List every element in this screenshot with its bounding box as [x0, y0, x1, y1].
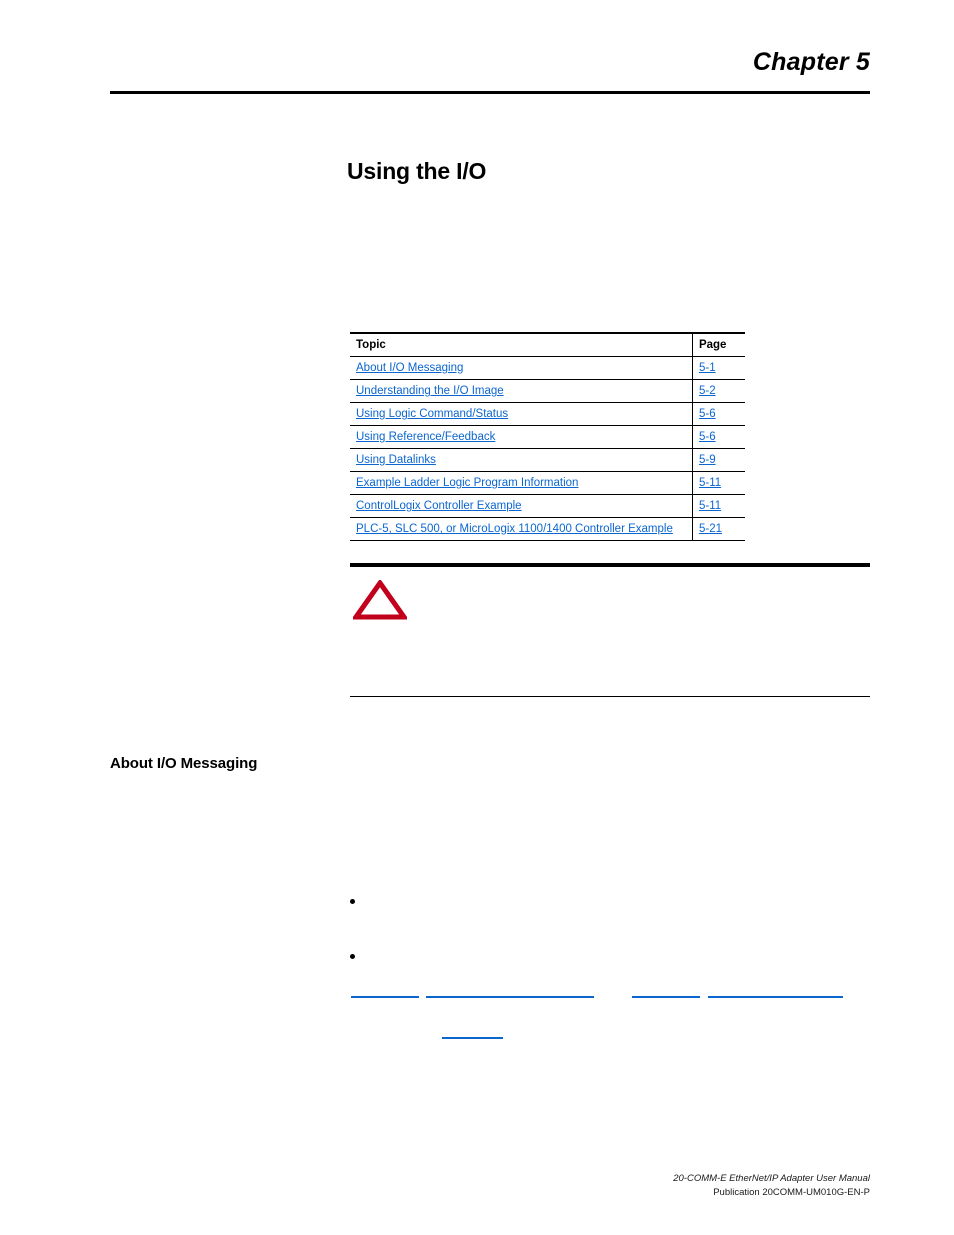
table-cell-page: 5-21 [691, 517, 745, 541]
table-cell-page: 5-9 [691, 448, 745, 472]
topic-link[interactable]: Example Ladder Logic Program Information [356, 477, 578, 489]
header-divider [110, 91, 870, 94]
footer-manual-title: 20-COMM-E EtherNet/IP Adapter User Manua… [673, 1173, 870, 1184]
table-cell-topic: Using Logic Command/Status [350, 402, 693, 426]
topic-page-table: Topic Page About I/O Messaging 5-1 Under… [350, 332, 745, 541]
bullet-marker [350, 954, 355, 959]
table-cell-topic: Using Datalinks [350, 448, 693, 472]
table-cell-page: 5-11 [691, 471, 745, 495]
page-link[interactable]: 5-9 [699, 454, 716, 466]
table-cell-page: 5-11 [691, 494, 745, 518]
attention-divider-top [350, 563, 870, 567]
page-link[interactable]: 5-2 [699, 385, 716, 397]
table-header-row: Topic Page [350, 332, 745, 357]
topic-link[interactable]: Using Datalinks [356, 454, 436, 466]
page-footer: 20-COMM-E EtherNet/IP Adapter User Manua… [673, 1172, 870, 1200]
page-link[interactable]: 5-6 [699, 408, 716, 420]
table-row: Using Datalinks 5-9 [350, 448, 745, 472]
table-row: PLC-5, SLC 500, or MicroLogix 1100/1400 … [350, 517, 745, 541]
cross-reference-link[interactable] [351, 996, 419, 998]
table-row: Understanding the I/O Image 5-2 [350, 379, 745, 403]
table-cell-page: 5-2 [691, 379, 745, 403]
topic-link[interactable]: Understanding the I/O Image [356, 385, 504, 397]
cross-reference-link[interactable] [426, 996, 594, 998]
table-cell-page: 5-1 [691, 356, 745, 380]
topic-link[interactable]: PLC-5, SLC 500, or MicroLogix 1100/1400 … [356, 523, 673, 535]
table-cell-topic: Understanding the I/O Image [350, 379, 693, 403]
page-link[interactable]: 5-11 [699, 477, 721, 489]
table-cell-topic: Using Reference/Feedback [350, 425, 693, 449]
table-row: About I/O Messaging 5-1 [350, 356, 745, 380]
topic-link[interactable]: Using Logic Command/Status [356, 408, 508, 420]
table-row: Example Ladder Logic Program Information… [350, 471, 745, 495]
page-link[interactable]: 5-6 [699, 431, 716, 443]
table-cell-topic: Example Ladder Logic Program Information [350, 471, 693, 495]
section-heading-about-io-messaging: About I/O Messaging [110, 755, 258, 773]
table-cell-topic: PLC-5, SLC 500, or MicroLogix 1100/1400 … [350, 517, 693, 541]
cross-reference-link[interactable] [632, 996, 700, 998]
cross-reference-link[interactable] [708, 996, 843, 998]
document-page: Chapter 5 Using the I/O Topic Page About… [0, 0, 954, 1235]
table-row: Using Reference/Feedback 5-6 [350, 425, 745, 449]
column-header-page: Page [691, 332, 745, 357]
table-cell-topic: About I/O Messaging [350, 356, 693, 380]
topic-link[interactable]: ControlLogix Controller Example [356, 500, 522, 512]
page-link[interactable]: 5-1 [699, 362, 716, 374]
page-title: Using the I/O [347, 158, 487, 185]
cross-reference-link[interactable] [442, 1037, 503, 1039]
bullet-marker [350, 899, 355, 904]
table-cell-topic: ControlLogix Controller Example [350, 494, 693, 518]
table-row: Using Logic Command/Status 5-6 [350, 402, 745, 426]
attention-triangle-icon [351, 578, 409, 620]
page-link[interactable]: 5-11 [699, 500, 721, 512]
chapter-label: Chapter 5 [752, 48, 870, 76]
table-cell-page: 5-6 [691, 402, 745, 426]
page-link[interactable]: 5-21 [699, 523, 722, 535]
topic-link[interactable]: About I/O Messaging [356, 362, 463, 374]
attention-divider-bottom [350, 696, 870, 698]
column-header-topic: Topic [350, 332, 693, 357]
table-cell-page: 5-6 [691, 425, 745, 449]
table-row: ControlLogix Controller Example 5-11 [350, 494, 745, 518]
topic-link[interactable]: Using Reference/Feedback [356, 431, 495, 443]
footer-publication-number: Publication 20COMM-UM010G-EN-P [713, 1187, 870, 1198]
